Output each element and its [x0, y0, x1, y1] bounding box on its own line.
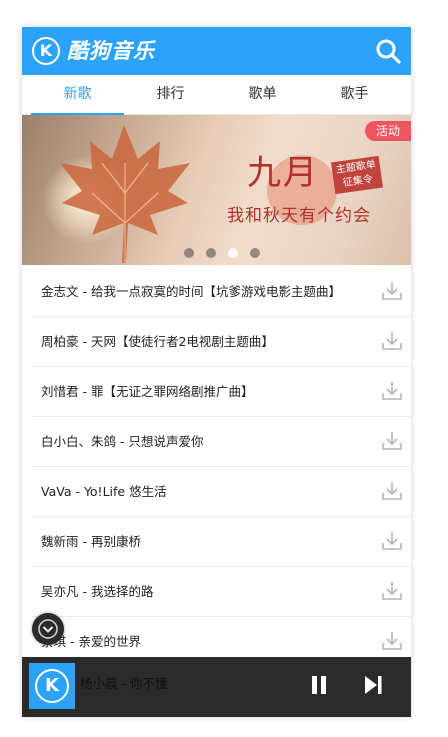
- carousel-dot-active[interactable]: [228, 248, 239, 258]
- tab-playlists[interactable]: 歌单: [216, 75, 309, 114]
- carousel-dots: [184, 248, 267, 258]
- song-list: 金志文 - 给我一点寂寞的时间【坑爹游戏电影主题曲】 周柏豪 - 天网【使徒行者…: [32, 267, 411, 667]
- song-title: 吴亦凡 - 我选择的路: [41, 584, 154, 599]
- promo-banner[interactable]: 活动 九月 主题歌单征集令 我和秋天有个约会: [22, 115, 411, 265]
- tab-rankings[interactable]: 排行: [124, 75, 217, 114]
- download-icon[interactable]: [381, 331, 403, 351]
- download-icon[interactable]: [381, 631, 403, 651]
- now-playing-title: 杨小晨 - 你不懂: [80, 676, 168, 691]
- tab-singers[interactable]: 歌手: [308, 75, 401, 114]
- brand-title: 酷狗音乐: [67, 39, 155, 63]
- download-icon[interactable]: [381, 481, 403, 501]
- album-cover[interactable]: K: [29, 663, 75, 709]
- app-frame: K 酷狗音乐 新歌 排行 歌单 歌手 活动 九月 主题歌单征集令 我和秋天有个约…: [22, 27, 411, 717]
- carousel-dot[interactable]: [184, 248, 194, 258]
- chevron-down-icon: [38, 619, 58, 639]
- activity-tag: 活动: [365, 121, 411, 141]
- download-icon[interactable]: [381, 281, 403, 301]
- song-row[interactable]: 魏新雨 - 再别康桥: [32, 517, 411, 567]
- search-icon: [376, 39, 401, 64]
- song-title: 金志文 - 给我一点寂寞的时间【坑爹游戏电影主题曲】: [41, 284, 341, 299]
- logo-icon: K: [32, 37, 60, 65]
- logo-icon: K: [35, 669, 69, 703]
- carousel-dot[interactable]: [206, 248, 217, 258]
- song-title: 周柏豪 - 天网【使徒行者2电视剧主题曲】: [41, 334, 274, 349]
- download-icon[interactable]: [381, 531, 403, 551]
- tab-bar: 新歌 排行 歌单 歌手: [22, 75, 411, 115]
- song-row[interactable]: 吴亦凡 - 我选择的路: [32, 567, 411, 617]
- song-title: VaVa - Yo!Life 悠生活: [41, 484, 167, 499]
- carousel-dot[interactable]: [250, 248, 261, 258]
- song-title: 魏新雨 - 再别康桥: [41, 534, 141, 549]
- banner-title: 九月: [247, 153, 319, 193]
- tab-new-songs[interactable]: 新歌: [31, 75, 124, 115]
- song-title: 刘惜君 - 罪【无证之罪网络剧推广曲】: [41, 384, 254, 399]
- search-button[interactable]: [375, 38, 401, 64]
- banner-badge: 主题歌单征集令: [331, 155, 383, 195]
- download-icon[interactable]: [381, 431, 403, 451]
- song-row[interactable]: 金志文 - 给我一点寂寞的时间【坑爹游戏电影主题曲】: [32, 267, 411, 317]
- download-icon[interactable]: [381, 381, 403, 401]
- banner-subtitle: 我和秋天有个约会: [227, 206, 371, 226]
- song-row[interactable]: 白小白、朱鸽 - 只想说声爱你: [32, 417, 411, 467]
- song-row[interactable]: 周柏豪 - 天网【使徒行者2电视剧主题曲】: [32, 317, 411, 367]
- pause-icon[interactable]: [310, 674, 328, 696]
- collapse-player-button[interactable]: [32, 613, 64, 645]
- download-icon[interactable]: [381, 581, 403, 601]
- song-row[interactable]: 刘惜君 - 罪【无证之罪网络剧推广曲】: [32, 367, 411, 417]
- song-row[interactable]: VaVa - Yo!Life 悠生活: [32, 467, 411, 517]
- app-header: K 酷狗音乐: [22, 27, 411, 75]
- next-track-icon[interactable]: [362, 674, 384, 696]
- song-title: 白小白、朱鸽 - 只想说声爱你: [41, 434, 204, 449]
- maple-leaf-image: [60, 125, 190, 263]
- mini-player: K 杨小晨 - 你不懂: [22, 657, 411, 717]
